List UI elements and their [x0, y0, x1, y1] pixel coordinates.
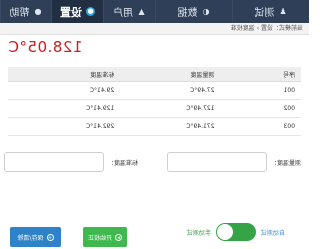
- standard-temp-input[interactable]: [3, 152, 104, 172]
- cell-measured: 27.49°C: [120, 81, 221, 100]
- mode-toggle[interactable]: [215, 223, 256, 241]
- cell-standard: 29.41°C: [8, 81, 121, 100]
- toggle-knob: [216, 224, 233, 240]
- save-button-label: 保存/清除: [17, 234, 44, 242]
- measured-field-group: 测量温度：: [166, 152, 301, 172]
- calibration-table: 序号 测量温度 标准温度 001 27.49°C 29.41°C 002 127…: [8, 67, 301, 136]
- cell-measured: 127.49°C: [120, 99, 221, 118]
- table-header-row: 序号 测量温度 标准温度: [8, 67, 301, 82]
- auto-mode-label[interactable]: 自动测试: [261, 228, 285, 237]
- breadcrumb: 当前模式：设置 › 温度校准: [0, 23, 309, 35]
- gear-icon: ●: [86, 7, 95, 16]
- start-button-label: 开始校正: [88, 234, 113, 242]
- nav-label-settings: 设置: [60, 5, 82, 19]
- nav-tab-help[interactable]: ● 帮助: [0, 0, 51, 23]
- measured-temp-label: 测量温度：: [270, 159, 301, 167]
- nav-label-test: 测试: [254, 8, 275, 19]
- measured-temp-input[interactable]: [166, 152, 267, 172]
- play-icon: ▸: [115, 233, 123, 241]
- cell-index: 001: [220, 81, 301, 100]
- help-icon: ●: [34, 7, 42, 16]
- nav-tab-data[interactable]: ◐ 数据: [155, 0, 232, 23]
- table-row[interactable]: 001 27.49°C 29.41°C: [8, 81, 301, 100]
- current-temperature: 128.05°C: [8, 38, 83, 56]
- save-clear-button[interactable]: + 保存/清除: [10, 227, 61, 247]
- nav-tab-test[interactable]: ♟ 测试: [232, 0, 309, 23]
- col-header-measured: 测量温度: [120, 67, 221, 82]
- col-header-index: 序号: [220, 67, 301, 82]
- start-calibration-button[interactable]: ▸ 开始校正: [83, 227, 127, 247]
- nav-label-help: 帮助: [9, 8, 30, 19]
- nav-tab-settings[interactable]: ● 设置: [51, 0, 103, 23]
- cell-index: 002: [220, 99, 301, 118]
- user-icon: ♟: [279, 7, 287, 16]
- nav-label-data: 数据: [177, 8, 198, 19]
- table-row[interactable]: 003 271.49°C 292.41°C: [8, 117, 301, 136]
- table-row[interactable]: 002 127.49°C 129.41°C: [8, 99, 301, 118]
- cell-standard: 129.41°C: [8, 99, 121, 118]
- plus-icon: +: [46, 233, 54, 241]
- col-header-standard: 标准温度: [8, 67, 121, 82]
- standard-temp-label: 标准温度：: [107, 159, 138, 167]
- mirrored-view: ♟ 测试 ◐ 数据 ▲ 用户 ● 设置 ● 帮助 当前模式：设置 › 温度校准 …: [0, 0, 309, 249]
- person-icon: ▲: [138, 7, 145, 16]
- manual-mode-label[interactable]: 手动测试: [187, 228, 211, 237]
- cell-standard: 292.41°C: [8, 117, 121, 136]
- screen: ♟ 测试 ◐ 数据 ▲ 用户 ● 设置 ● 帮助 当前模式：设置 › 温度校准 …: [0, 0, 309, 249]
- nav-tab-users[interactable]: ▲ 用户: [103, 0, 155, 23]
- nav-label-users: 用户: [113, 8, 133, 19]
- cell-index: 003: [220, 117, 301, 136]
- chart-icon: ◐: [202, 7, 210, 16]
- mode-switch-group: 自动测试 手动测试: [187, 223, 285, 241]
- standard-field-group: 标准温度：: [3, 152, 138, 172]
- cell-measured: 271.49°C: [120, 117, 221, 136]
- top-nav: ♟ 测试 ◐ 数据 ▲ 用户 ● 设置 ● 帮助: [0, 0, 309, 23]
